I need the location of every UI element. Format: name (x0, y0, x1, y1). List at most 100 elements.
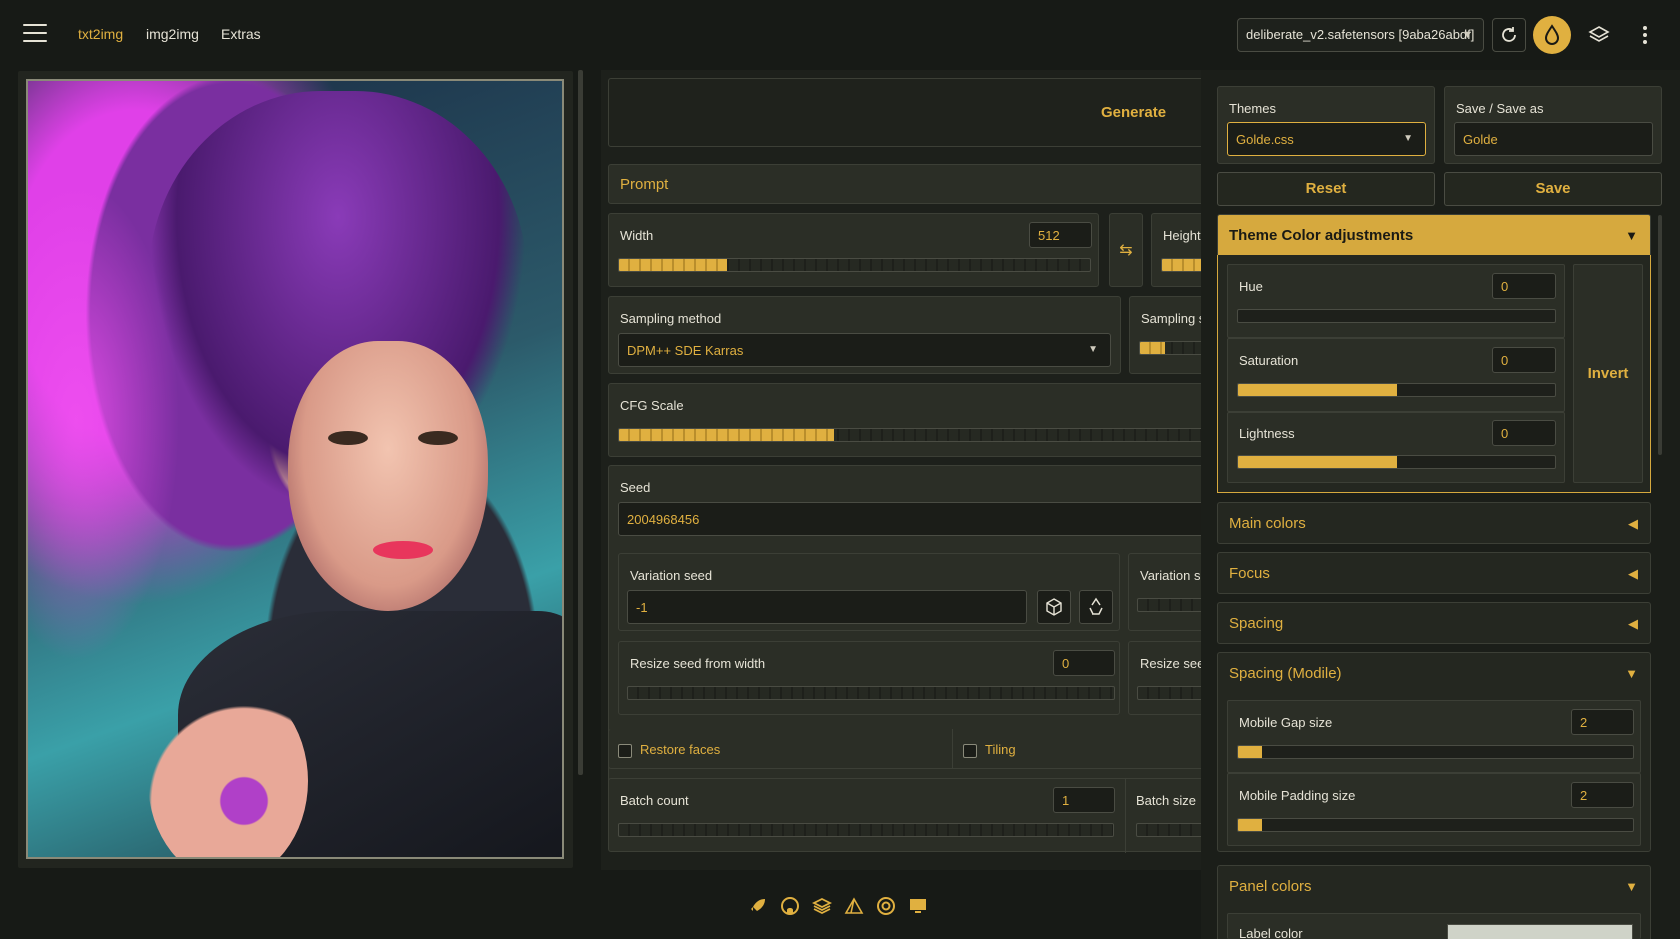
hue-slider[interactable] (1237, 309, 1556, 323)
caret-left-icon: ◀ (1628, 516, 1638, 531)
themes-select[interactable]: Golde.css ▼ (1227, 122, 1426, 156)
width-input[interactable]: 512 (1029, 222, 1092, 248)
resize-seed-height-label: Resize seed (1140, 656, 1201, 671)
label-color-label: Label color (1239, 926, 1303, 939)
reuse-seed-button[interactable] (1079, 590, 1113, 624)
sampling-method-select[interactable]: DPM++ SDE Karras ▼ (618, 333, 1111, 367)
tiling-checkbox[interactable]: Tiling (963, 742, 1016, 758)
reset-button[interactable]: Reset (1217, 172, 1435, 206)
mobile-padding-slider[interactable] (1237, 818, 1634, 832)
kebab-menu-icon (1643, 26, 1647, 44)
stack-icon[interactable] (812, 896, 832, 916)
generated-image[interactable] (26, 79, 564, 859)
lightness-input[interactable]: 0 (1492, 420, 1556, 446)
theme-color-title: Theme Color adjustments (1229, 227, 1414, 244)
variation-strength-slider[interactable] (1137, 598, 1201, 612)
monitor-icon[interactable] (908, 896, 928, 916)
resize-seed-width-slider[interactable] (627, 686, 1115, 700)
tab-extras[interactable]: Extras (221, 26, 261, 42)
invert-button[interactable]: Invert (1573, 264, 1643, 483)
spacing-title: Spacing (1229, 615, 1284, 632)
hue-input[interactable]: 0 (1492, 273, 1556, 299)
themes-control: Themes Golde.css ▼ (1217, 86, 1435, 164)
github-icon[interactable] (780, 896, 800, 916)
main-colors-accordion[interactable]: Main colors ◀ (1217, 502, 1651, 544)
footer-links (748, 896, 928, 916)
saturation-slider[interactable] (1237, 383, 1556, 397)
batch-group: Batch count 1 Batch size (608, 778, 1201, 853)
focus-accordion[interactable]: Focus ◀ (1217, 552, 1651, 594)
mobile-gap-label: Mobile Gap size (1239, 715, 1333, 730)
sampling-steps-slider[interactable] (1139, 341, 1201, 355)
tab-txt2img[interactable]: txt2img (78, 26, 123, 42)
label-color-swatch[interactable] (1447, 924, 1633, 939)
refresh-button[interactable] (1492, 18, 1526, 52)
cfg-scale-slider[interactable] (618, 428, 1201, 442)
triangle-icon[interactable] (844, 896, 864, 916)
theme-button[interactable] (1533, 16, 1571, 54)
height-slider[interactable] (1161, 258, 1201, 272)
copyright-icon[interactable] (876, 896, 896, 916)
label-color-control: Label color (1227, 913, 1641, 939)
sampling-steps-control: Sampling s (1129, 296, 1201, 374)
caret-left-icon: ◀ (1628, 616, 1638, 631)
hue-label: Hue (1239, 279, 1263, 294)
save-as-input[interactable]: Golde (1454, 122, 1653, 156)
right-panel-scrollbar[interactable] (1658, 215, 1662, 455)
panel-resize-handle[interactable] (578, 70, 583, 775)
prompt-label: Prompt (620, 176, 669, 193)
cfg-scale-control: CFG Scale (608, 383, 1201, 457)
width-label: Width (620, 228, 654, 243)
saturation-input[interactable]: 0 (1492, 347, 1556, 373)
prompt-accordion[interactable]: Prompt (608, 164, 1201, 204)
sampling-method-control: Sampling method DPM++ SDE Karras ▼ (608, 296, 1121, 374)
resize-seed-width-label: Resize seed from width (630, 656, 766, 671)
spacing-accordion[interactable]: Spacing ◀ (1217, 602, 1651, 644)
batch-count-slider[interactable] (618, 823, 1114, 837)
refresh-icon (1502, 27, 1516, 42)
seed-label: Seed (620, 480, 651, 495)
mobile-gap-control: Mobile Gap size 2 (1227, 700, 1641, 773)
mobile-gap-slider[interactable] (1237, 745, 1634, 759)
mobile-padding-label: Mobile Padding size (1239, 788, 1356, 803)
lightness-label: Lightness (1239, 426, 1295, 441)
swap-dimensions-button[interactable]: ⇆ (1109, 213, 1143, 287)
variation-seed-input[interactable]: -1 (627, 590, 1027, 624)
tab-img2img[interactable]: img2img (146, 26, 199, 42)
menu-icon[interactable] (23, 24, 47, 44)
mobile-padding-input[interactable]: 2 (1571, 782, 1634, 808)
saturation-label: Saturation (1239, 353, 1299, 368)
restore-faces-box (618, 743, 632, 758)
mobile-gap-input[interactable]: 2 (1571, 709, 1634, 735)
lightness-slider[interactable] (1237, 455, 1556, 469)
save-button[interactable]: Save (1444, 172, 1662, 206)
themes-value: Golde.css (1236, 132, 1294, 147)
random-seed-button[interactable] (1037, 590, 1071, 624)
recycle-icon (1089, 597, 1103, 615)
layers-button[interactable] (1582, 18, 1616, 52)
restore-faces-label: Restore faces (640, 742, 721, 757)
variation-seed-control: Variation seed -1 (618, 553, 1120, 631)
resize-seed-width-input[interactable]: 0 (1053, 650, 1115, 676)
model-select-value: deliberate_v2.safetensors [9aba26abdf] (1246, 27, 1475, 42)
model-select[interactable]: deliberate_v2.safetensors [9aba26abdf] ▼ (1237, 18, 1484, 52)
batch-count-input[interactable]: 1 (1053, 787, 1115, 813)
resize-seed-height-slider[interactable] (1137, 686, 1201, 700)
options-row: Restore faces Tiling (608, 729, 1201, 769)
sampling-method-label: Sampling method (620, 311, 722, 326)
rocket-icon[interactable] (748, 896, 768, 916)
restore-faces-checkbox[interactable]: Restore faces (618, 742, 720, 758)
generate-button[interactable]: Generate (608, 78, 1201, 147)
seed-input[interactable]: 2004968456 (618, 502, 1201, 536)
generate-label: Generate (1101, 104, 1167, 121)
settings-panel: Generate Prompt Width 512 ⇆ Height Sampl… (601, 70, 1201, 870)
tiling-box (963, 743, 977, 758)
main-colors-title: Main colors (1229, 515, 1306, 532)
caret-down-icon: ▼ (1625, 666, 1638, 681)
batch-size-slider[interactable] (1136, 823, 1201, 837)
theme-color-accordion[interactable]: Theme Color adjustments ▼ (1217, 214, 1651, 256)
themes-label: Themes (1229, 101, 1276, 116)
kebab-menu-button[interactable] (1628, 18, 1662, 52)
swap-icon: ⇆ (1119, 242, 1133, 259)
width-slider[interactable] (618, 258, 1091, 272)
